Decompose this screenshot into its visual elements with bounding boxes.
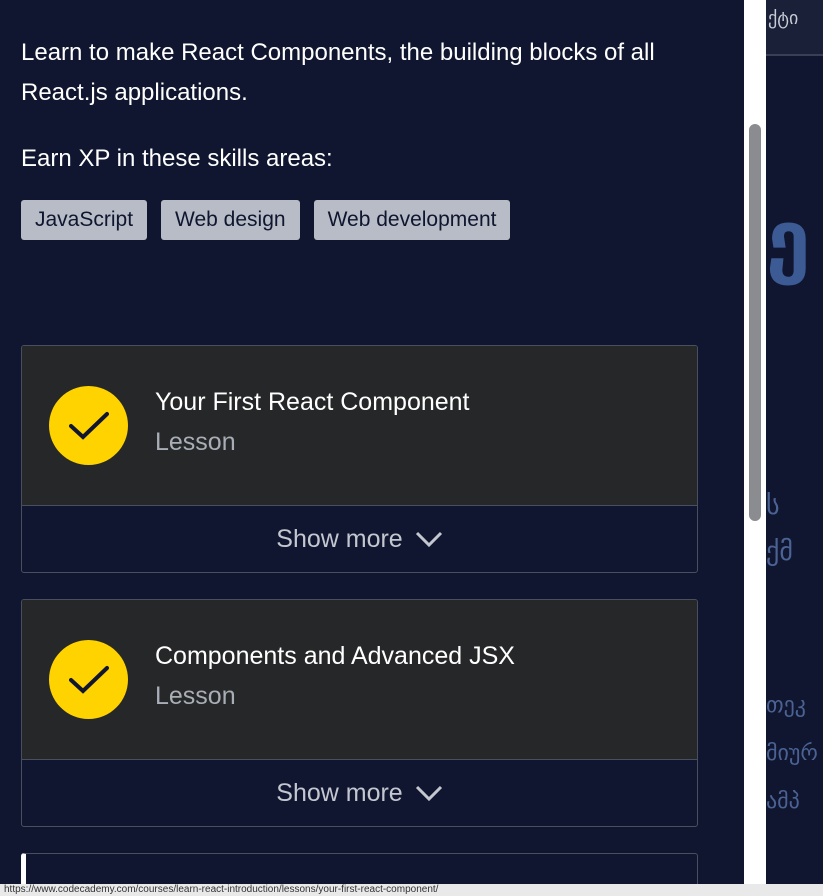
skills-heading: Earn XP in these skills areas: (21, 145, 333, 172)
background-glyph: მიურ (766, 740, 818, 765)
show-more-button[interactable]: Show more (22, 506, 697, 572)
scrollbar-thumb[interactable] (749, 124, 761, 521)
skill-tags: JavaScript Web design Web development (21, 200, 511, 240)
background-glyph: ამპ (766, 788, 800, 813)
lesson-type: Lesson (155, 428, 236, 456)
skill-tag-javascript[interactable]: JavaScript (21, 200, 148, 240)
completed-check-icon (49, 386, 128, 465)
status-bar-url: https://www.codecademy.com/courses/learn… (0, 884, 823, 896)
lesson-card-header[interactable]: Components and Advanced JSX Lesson (22, 600, 697, 760)
background-page: ქტი ე ს ქმ თეკ მიურ ამპ (766, 0, 823, 896)
lesson-card[interactable]: Components and Advanced JSX Lesson Show … (21, 599, 698, 827)
show-more-label: Show more (276, 524, 403, 553)
lesson-card[interactable]: Your First React Component Lesson Show m… (21, 345, 698, 573)
course-description: Learn to make React Components, the buil… (21, 39, 655, 106)
course-details-panel: Learn to make React Components, the buil… (0, 0, 744, 896)
lesson-title[interactable]: Your First React Component (155, 388, 470, 417)
background-glyph: ს (766, 490, 780, 520)
background-glyph: ე (766, 195, 811, 284)
background-glyph: თეკ (766, 692, 807, 717)
show-more-button[interactable]: Show more (22, 760, 697, 826)
show-more-label: Show more (276, 778, 403, 807)
skill-tag-web-development[interactable]: Web development (313, 200, 511, 240)
background-glyph: ქმ (766, 536, 793, 566)
chevron-down-icon (415, 531, 442, 548)
chevron-down-icon (415, 785, 442, 802)
lesson-type: Lesson (155, 682, 236, 710)
completed-check-icon (49, 640, 128, 719)
background-header: ქტი (766, 0, 823, 56)
skill-tag-web-design[interactable]: Web design (161, 200, 300, 240)
lesson-title[interactable]: Components and Advanced JSX (155, 642, 515, 671)
lesson-card-header[interactable]: Your First React Component Lesson (22, 346, 697, 506)
